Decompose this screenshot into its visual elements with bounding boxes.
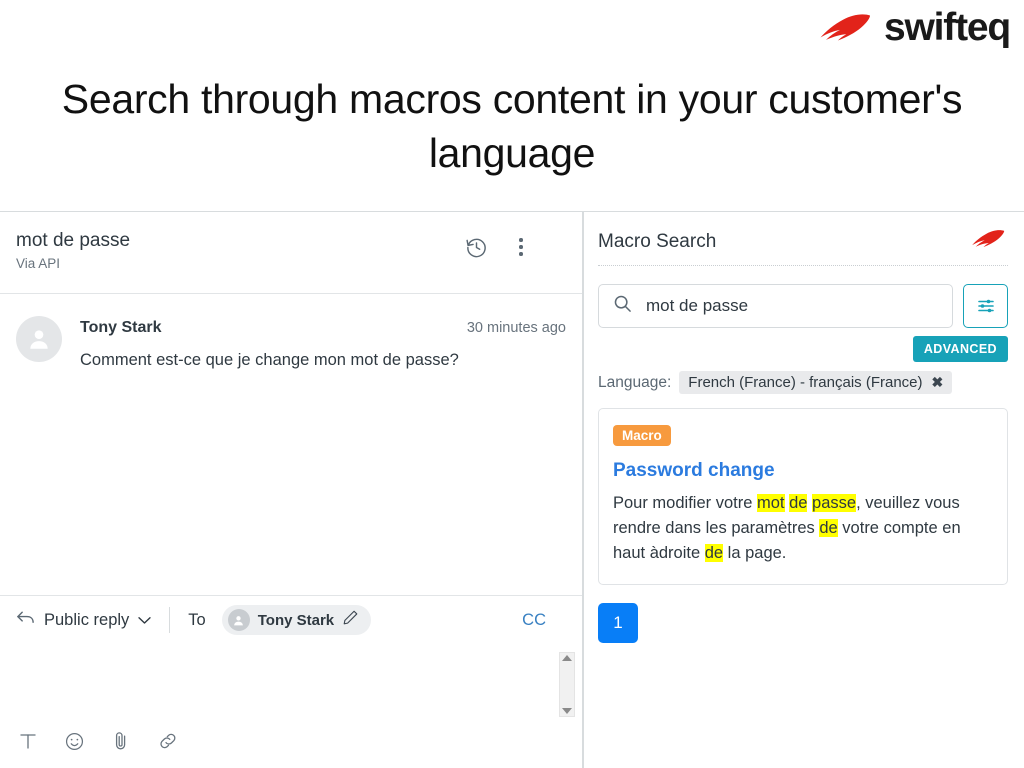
scroll-down-arrow-icon[interactable] — [562, 708, 572, 714]
highlighted-term: mot — [756, 494, 785, 512]
pagination: 1 — [598, 603, 1008, 644]
swifteq-comet-logo — [816, 11, 874, 45]
avatar — [16, 316, 62, 362]
chevron-down-icon — [138, 611, 151, 630]
macro-search-panel: Macro Search mot de passe ADVANCED Langu… — [583, 212, 1024, 768]
cc-button[interactable]: CC — [522, 611, 566, 630]
comment-item: Tony Stark 30 minutes ago Comment est-ce… — [16, 316, 566, 370]
macro-search-title: Macro Search — [598, 230, 717, 252]
highlighted-term: passe — [812, 494, 857, 512]
clock-history-icon[interactable] — [464, 235, 488, 259]
brand-bar: swifteq — [816, 6, 1011, 49]
reply-composer: Public reply To Tony Stark CC — [0, 596, 582, 768]
recipient-name: Tony Stark — [257, 611, 335, 629]
emoji-icon[interactable] — [64, 728, 85, 754]
ticket-header: mot de passe Via API — [0, 212, 582, 294]
close-x-icon[interactable]: ✖ — [932, 374, 944, 391]
composer-header: Public reply To Tony Stark CC — [0, 596, 582, 644]
highlighted-term: de — [789, 494, 808, 512]
text-format-icon[interactable] — [18, 728, 38, 754]
composer-textarea[interactable] — [0, 644, 582, 728]
macro-result-title[interactable]: Password change — [613, 460, 993, 482]
macro-search-header: Macro Search — [598, 228, 1008, 266]
composer-scrollbar[interactable] — [559, 652, 575, 717]
reply-type-selector[interactable]: Public reply — [16, 610, 169, 631]
ticket-subject: mot de passe — [16, 230, 131, 251]
to-label: To — [188, 610, 206, 629]
reply-type-label: Public reply — [44, 610, 130, 629]
scroll-up-arrow-icon[interactable] — [562, 655, 572, 661]
attachment-icon[interactable] — [111, 728, 131, 754]
composer-divider — [169, 607, 171, 633]
macro-result-card[interactable]: Macro Password change Pour modifier votr… — [598, 408, 1008, 586]
swifteq-comet-logo — [968, 228, 1008, 255]
macro-search-row — [598, 284, 1008, 328]
ticket-panel: mot de passe Via API Tony Stark 30 minut… — [0, 212, 583, 768]
comment-body: Tony Stark 30 minutes ago Comment est-ce… — [80, 316, 566, 370]
search-icon — [613, 294, 632, 318]
recipient-avatar-icon — [227, 609, 250, 631]
recipient-chip[interactable]: Tony Stark — [221, 605, 372, 635]
comment-timestamp: 30 minutes ago — [466, 320, 566, 336]
ticket-channel: Via API — [16, 255, 61, 271]
kebab-dots — [519, 238, 523, 256]
link-icon[interactable] — [157, 728, 179, 754]
ticket-header-actions — [464, 229, 566, 259]
advanced-button[interactable]: ADVANCED — [912, 336, 1008, 362]
conversation-thread: Tony Stark 30 minutes ago Comment est-ce… — [0, 294, 582, 596]
language-label: Language: — [598, 373, 672, 391]
status-badge: Macro — [613, 425, 671, 446]
language-filter-row: Language: French (France) - français (Fr… — [598, 371, 1008, 394]
highlighted-term: de — [704, 544, 724, 563]
reply-arrow-icon — [16, 610, 35, 631]
brand-wordmark: swifteq — [884, 6, 1011, 49]
language-chip[interactable]: French (France) - français (France) ✖ — [679, 371, 953, 394]
composer-toolbar — [0, 728, 582, 768]
macro-result-snippet: Pour modifier votre mot de passe, veuill… — [613, 494, 961, 563]
search-input[interactable] — [646, 296, 938, 316]
workspace: mot de passe Via API Tony Stark 30 minut… — [0, 211, 1024, 768]
language-value: French (France) - français (France) — [688, 374, 923, 391]
comment-meta: Tony Stark 30 minutes ago — [80, 319, 566, 337]
highlighted-term: de — [819, 519, 838, 538]
comment-author: Tony Stark — [80, 319, 162, 336]
search-box[interactable] — [598, 284, 953, 328]
sliders-filter-icon[interactable] — [963, 284, 1008, 328]
page-button-1[interactable]: 1 — [598, 603, 638, 644]
pencil-icon[interactable] — [342, 609, 359, 631]
comment-text: Comment est-ce que je change mon mot de … — [80, 351, 459, 369]
kebab-menu-icon[interactable] — [509, 235, 533, 259]
advanced-row: ADVANCED — [598, 336, 1008, 362]
ticket-header-text: mot de passe Via API — [16, 229, 130, 271]
page-title: Search through macros content in your cu… — [61, 76, 963, 177]
